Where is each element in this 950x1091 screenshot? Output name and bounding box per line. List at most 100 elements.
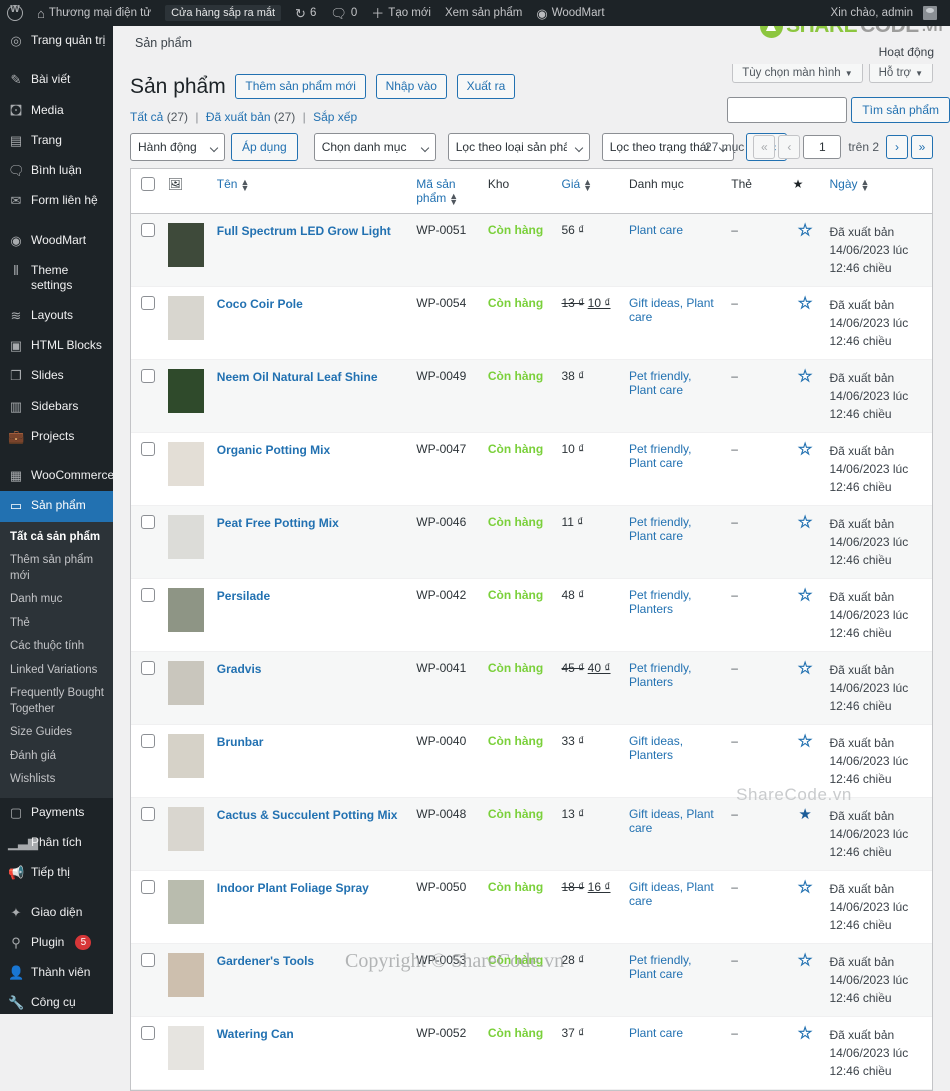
submenu-item-size-guides[interactable]: Size Guides xyxy=(0,721,113,745)
product-name-link[interactable]: Neem Oil Natural Leaf Shine xyxy=(217,369,378,386)
row-categories-cell[interactable]: Pet friendly, Plant care xyxy=(623,433,726,507)
product-name-link[interactable]: Watering Can xyxy=(217,1026,294,1043)
product-category-link[interactable]: Pet friendly, Planters xyxy=(629,588,691,616)
bulk-action-select[interactable]: Hành động xyxy=(130,133,225,162)
sidebar-item-users[interactable]: 👤 Thành viên xyxy=(0,958,113,988)
select-all-checkbox[interactable] xyxy=(141,177,155,192)
row-checkbox-cell[interactable] xyxy=(131,798,162,872)
submenu-item-linked-variations[interactable]: Linked Variations xyxy=(0,659,113,683)
column-header-checkbox[interactable] xyxy=(131,169,162,215)
row-checkbox-cell[interactable] xyxy=(131,871,162,945)
site-name-menu[interactable]: ⌂ Thương mại điện tử xyxy=(30,0,158,26)
row-checkbox[interactable] xyxy=(141,296,155,311)
row-checkbox-cell[interactable] xyxy=(131,360,162,434)
row-checkbox[interactable] xyxy=(141,588,155,603)
product-category-link[interactable]: Pet friendly, Plant care xyxy=(629,442,691,470)
featured-star-toggle[interactable]: ★ xyxy=(798,807,811,822)
featured-star-toggle[interactable]: ★ xyxy=(798,880,813,896)
column-header-price[interactable]: Giá ▲ ▼ xyxy=(555,169,623,215)
sidebar-item-contact-form[interactable]: ✉ Form liên hệ xyxy=(0,186,113,216)
product-name-link[interactable]: Peat Free Potting Mix xyxy=(217,515,339,532)
row-checkbox[interactable] xyxy=(141,223,155,238)
row-checkbox-cell[interactable] xyxy=(131,652,162,726)
featured-star-toggle[interactable]: ★ xyxy=(798,442,813,458)
add-new-product-button[interactable]: Thêm sản phẩm mới xyxy=(235,73,366,100)
product-category-link[interactable]: Plant care xyxy=(629,1026,683,1040)
sidebar-item-comments[interactable]: 🗨 Bình luận xyxy=(0,156,113,186)
row-checkbox[interactable] xyxy=(141,880,155,895)
featured-star-toggle[interactable]: ★ xyxy=(798,369,813,385)
search-box[interactable]: Tìm sản phẩm xyxy=(727,97,950,123)
row-featured-cell[interactable]: ★ xyxy=(786,506,824,580)
row-checkbox[interactable] xyxy=(141,442,155,457)
category-select-wrap[interactable]: Chọn danh mục xyxy=(313,133,436,162)
sidebar-item-theme-settings[interactable]: ⫴ Theme settings xyxy=(0,256,113,301)
featured-star-toggle[interactable]: ★ xyxy=(798,296,813,312)
product-name-link[interactable]: Brunbar xyxy=(217,734,264,751)
pagination[interactable]: 27 mục « ‹ 1 trên 2 › » xyxy=(705,135,933,160)
my-account-menu[interactable]: Xin chào, admin xyxy=(824,0,944,26)
featured-star-toggle[interactable]: ★ xyxy=(798,515,813,531)
submenu-item-wishlists[interactable]: Wishlists xyxy=(0,768,113,792)
row-featured-cell[interactable]: ★ xyxy=(786,360,824,434)
row-categories-cell[interactable]: Pet friendly, Plant care xyxy=(623,944,726,1018)
sidebar-item-layouts[interactable]: ≋ Layouts xyxy=(0,301,113,331)
row-checkbox[interactable] xyxy=(141,807,155,822)
row-checkbox[interactable] xyxy=(141,953,155,968)
sidebar-item-tools[interactable]: 🔧 Công cụ xyxy=(0,988,113,1014)
row-featured-cell[interactable]: ★ xyxy=(786,579,824,653)
featured-star-toggle[interactable]: ★ xyxy=(798,1026,813,1042)
row-checkbox-cell[interactable] xyxy=(131,725,162,799)
last-page-button[interactable]: » xyxy=(911,135,933,160)
column-header-sku[interactable]: Mã sản phẩm ▲ ▼ xyxy=(410,169,482,215)
product-category-link[interactable]: Plant care xyxy=(629,223,683,237)
row-checkbox-cell[interactable] xyxy=(131,214,162,288)
featured-star-toggle[interactable]: ★ xyxy=(798,734,813,750)
row-name-cell[interactable]: Persilade xyxy=(210,579,411,653)
row-name-cell[interactable]: Peat Free Potting Mix xyxy=(210,506,411,580)
help-button[interactable]: Hỗ trợ ▼ xyxy=(868,64,933,83)
submenu-item-reviews[interactable]: Đánh giá xyxy=(0,745,113,769)
sidebar-item-marketing[interactable]: 📢 Tiếp thị xyxy=(0,858,113,888)
row-categories-cell[interactable]: Gift ideas, Plant care xyxy=(623,287,726,361)
row-categories-cell[interactable]: Plant care xyxy=(623,214,726,288)
row-featured-cell[interactable]: ★ xyxy=(786,652,824,726)
sidebar-item-payments[interactable]: ▢ Payments xyxy=(0,798,113,828)
row-checkbox-cell[interactable] xyxy=(131,1017,162,1091)
sidebar-item-woodmart[interactable]: ◉ WoodMart xyxy=(0,226,113,256)
product-name-link[interactable]: Indoor Plant Foliage Spray xyxy=(217,880,369,897)
column-header-date[interactable]: Ngày ▲ ▼ xyxy=(823,169,932,215)
submenu-item-tags[interactable]: Thẻ xyxy=(0,612,113,636)
product-type-select-wrap[interactable]: Lọc theo loại sản phẩm xyxy=(447,133,590,162)
product-type-filter-select[interactable]: Lọc theo loại sản phẩm xyxy=(447,133,590,162)
sidebar-item-products[interactable]: ▭ Sản phẩm xyxy=(0,491,113,522)
row-checkbox[interactable] xyxy=(141,661,155,676)
featured-star-toggle[interactable]: ★ xyxy=(798,661,813,677)
row-name-cell[interactable]: Coco Coir Pole xyxy=(210,287,411,361)
row-name-cell[interactable]: Indoor Plant Foliage Spray xyxy=(210,871,411,945)
row-categories-cell[interactable]: Plant care xyxy=(623,1017,726,1091)
row-categories-cell[interactable]: Pet friendly, Plant care xyxy=(623,506,726,580)
apply-bulk-action-button[interactable]: Áp dụng xyxy=(231,133,298,162)
new-content-menu[interactable]: ＋ Tạo mới xyxy=(364,0,438,26)
screen-meta-links[interactable]: Tùy chọn màn hình ▼ Hỗ trợ ▼ xyxy=(732,64,933,83)
wp-logo-menu[interactable] xyxy=(0,0,30,26)
row-categories-cell[interactable]: Pet friendly, Planters xyxy=(623,652,726,726)
row-checkbox[interactable] xyxy=(141,369,155,384)
products-submenu[interactable]: Tất cả sản phẩm Thêm sản phẩm mới Danh m… xyxy=(0,521,113,798)
bulk-action-select-wrap[interactable]: Hành động xyxy=(130,133,225,162)
row-categories-cell[interactable]: Pet friendly, Plant care xyxy=(623,360,726,434)
screen-options-button[interactable]: Tùy chọn màn hình ▼ xyxy=(732,64,863,83)
product-name-link[interactable]: Cactus & Succulent Potting Mix xyxy=(217,807,398,824)
export-button[interactable]: Xuất ra xyxy=(456,73,516,100)
view-sort-link[interactable]: Sắp xếp xyxy=(313,110,357,124)
category-filter-select[interactable]: Chọn danh mục xyxy=(313,133,436,162)
product-name-link[interactable]: Gradvis xyxy=(217,661,262,678)
current-page-input[interactable]: 1 xyxy=(803,135,842,160)
row-checkbox-cell[interactable] xyxy=(131,506,162,580)
row-featured-cell[interactable]: ★ xyxy=(786,433,824,507)
sidebar-item-slides[interactable]: ❐ Slides xyxy=(0,361,113,391)
sidebar-item-plugins[interactable]: ⚲ Plugin 5 xyxy=(0,928,113,958)
product-name-link[interactable]: Coco Coir Pole xyxy=(217,296,303,313)
coming-soon-item[interactable]: Cửa hàng sắp ra mắt xyxy=(158,0,288,26)
